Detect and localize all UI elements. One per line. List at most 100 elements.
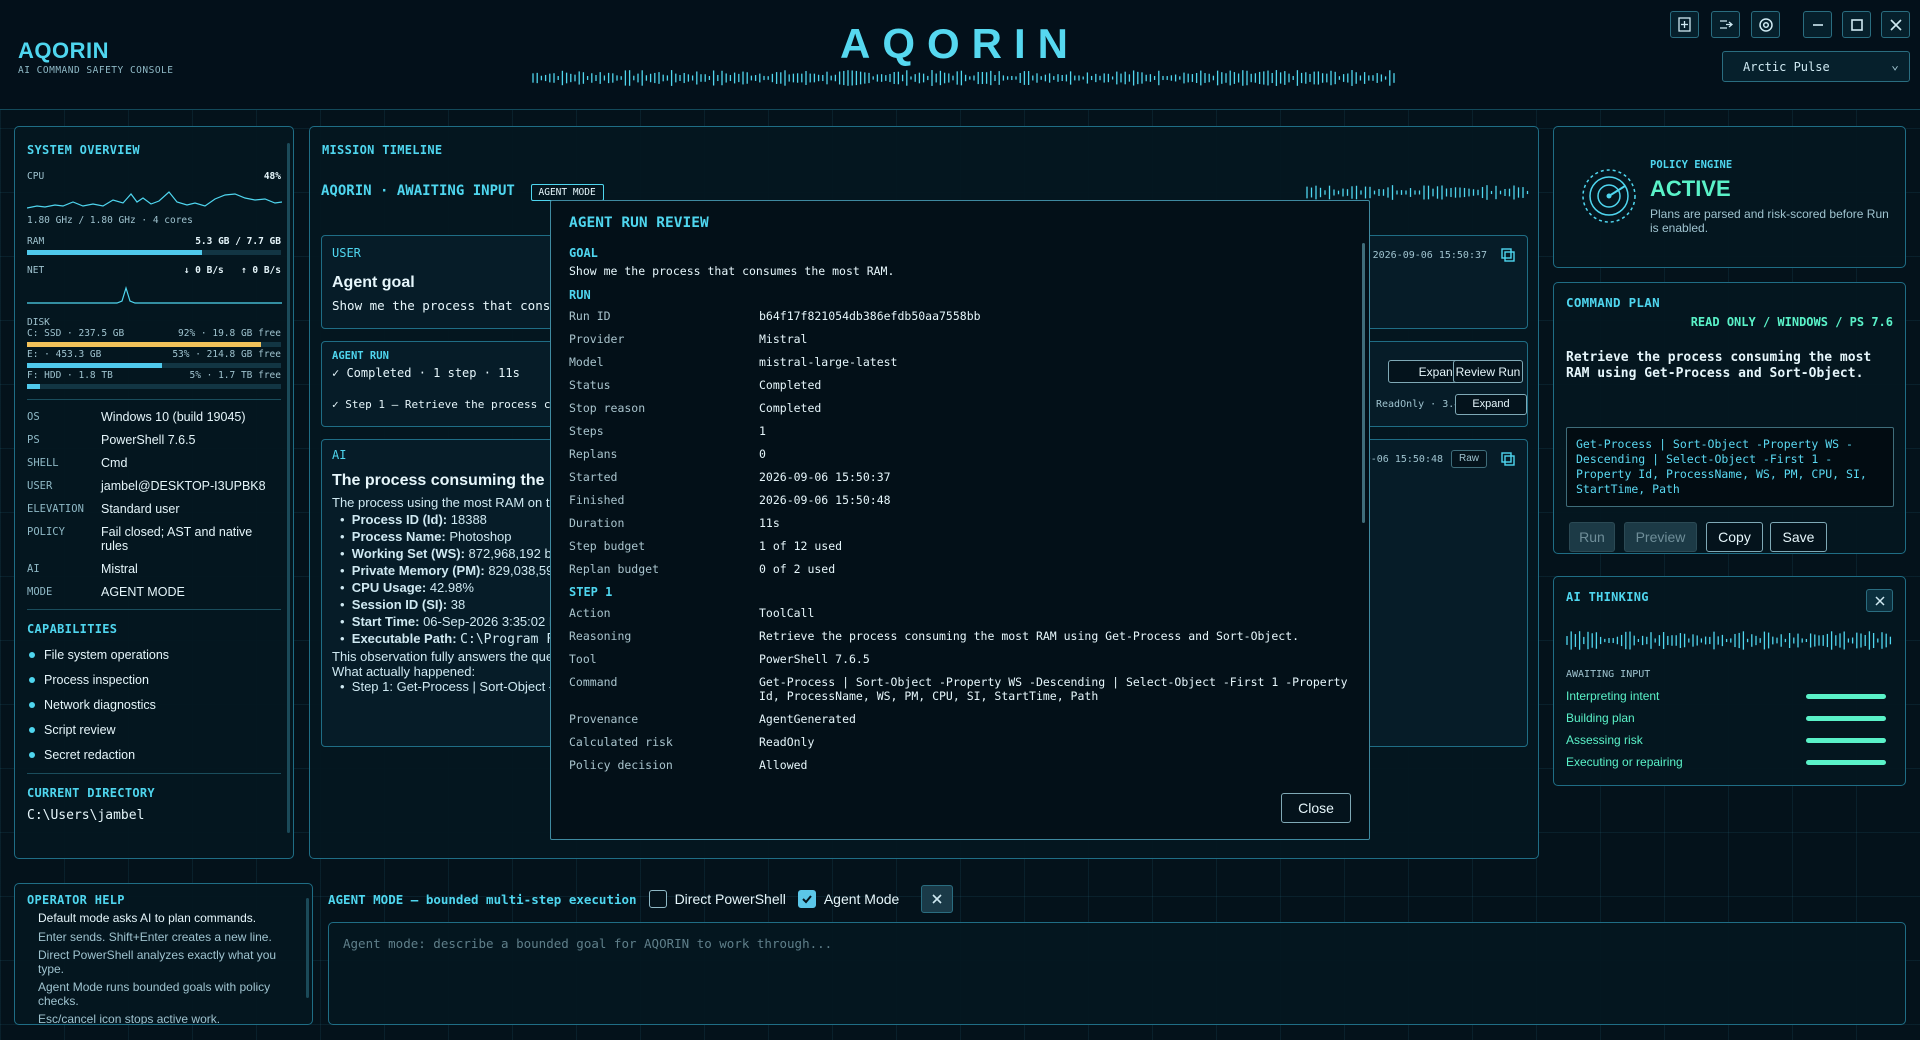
cpu-row: CPU 48% bbox=[27, 171, 281, 182]
detail-value: Get-Process | Sort-Object -Property WS -… bbox=[759, 675, 1348, 703]
raw-button[interactable]: Raw bbox=[1451, 450, 1487, 468]
maximize-icon[interactable] bbox=[1842, 11, 1871, 38]
left-scrollbar[interactable] bbox=[287, 143, 290, 833]
save-button[interactable]: Save bbox=[1770, 522, 1827, 552]
detail-row: Reasoning Retrieve the process consuming … bbox=[569, 629, 1349, 643]
detail-value: mistral-large-latest bbox=[759, 355, 898, 369]
detail-row: Policy decision Allowed bbox=[569, 758, 1349, 772]
disk-name: C: SSD · 237.5 GB bbox=[27, 328, 125, 339]
cpu-detail: 1.80 GHz / 1.80 GHz · 4 cores bbox=[27, 215, 281, 226]
step-meta: ReadOnly · 3.4s bbox=[1376, 399, 1467, 410]
prompt-mode-label: AGENT MODE — bounded multi-step executio… bbox=[328, 891, 637, 907]
current-directory-title: CURRENT DIRECTORY bbox=[27, 786, 155, 800]
detail-key: Finished bbox=[569, 493, 625, 507]
mode-badge: AGENT MODE bbox=[530, 184, 604, 201]
item-key: Process Name: bbox=[351, 529, 446, 544]
item-key: Private Memory (PM): bbox=[351, 563, 485, 578]
agent-run-review-dialog: AGENT RUN REVIEW GOAL Show me the proces… bbox=[550, 200, 1370, 840]
minimize-icon[interactable] bbox=[1803, 11, 1832, 38]
policy-engine-label: POLICY ENGINE bbox=[1650, 159, 1733, 171]
modal-scrollbar[interactable] bbox=[1362, 243, 1365, 523]
disk-free: 5% · 1.7 TB free bbox=[189, 370, 281, 381]
app-header: AQORIN AI COMMAND SAFETY CONSOLE AQORIN … bbox=[0, 0, 1920, 110]
help-line: Enter sends. Shift+Enter creates a new l… bbox=[38, 930, 272, 944]
preview-button[interactable]: Preview bbox=[1624, 522, 1697, 552]
cancel-icon[interactable] bbox=[921, 885, 954, 913]
policy-engine-description: Plans are parsed and risk-scored before … bbox=[1650, 207, 1889, 235]
cpu-label: CPU bbox=[27, 171, 45, 182]
copy-button[interactable]: Copy bbox=[1706, 522, 1763, 552]
detail-key: Command bbox=[569, 675, 618, 689]
ram-bar-fill bbox=[27, 250, 203, 255]
operator-help-panel: OPERATOR HELP Default mode asks AI to pl… bbox=[14, 883, 313, 1025]
modal-body: GOAL Show me the process that consumes t… bbox=[569, 246, 1349, 772]
disk-item: F: HDD · 1.8 TB 5% · 1.7 TB free bbox=[27, 370, 281, 389]
direct-powershell-checkbox[interactable] bbox=[648, 890, 667, 908]
list-item: Network diagnostics bbox=[27, 698, 281, 712]
review-run-button[interactable]: Review Run bbox=[1453, 360, 1523, 383]
command-code-block[interactable]: Get-Process | Sort-Object -Property WS -… bbox=[1566, 427, 1894, 507]
run-button[interactable]: Run bbox=[1569, 522, 1615, 552]
stage-label: Building plan bbox=[1566, 711, 1635, 725]
expand-step-button[interactable]: Expand bbox=[1455, 394, 1527, 415]
detail-row: Run ID b64f17f821054db386efdb50aa7558bb bbox=[569, 309, 1349, 323]
step-details: Action ToolCall Reasoning Retrieve the pro… bbox=[569, 606, 1349, 772]
item-key: Working Set (WS): bbox=[351, 546, 465, 561]
history-icon[interactable] bbox=[1670, 11, 1699, 38]
detail-key: Steps bbox=[569, 424, 604, 438]
detail-row: Model mistral-large-latest bbox=[569, 355, 1349, 369]
item-key: Session ID (SI): bbox=[351, 597, 448, 612]
theme-select[interactable]: Arctic Pulse ⌄ bbox=[1722, 51, 1910, 82]
run-section-title: RUN bbox=[569, 288, 591, 302]
detail-row: Step budget 1 of 12 used bbox=[569, 539, 1349, 553]
header-waveform bbox=[532, 70, 1395, 86]
agent-mode-checkbox[interactable] bbox=[797, 890, 816, 908]
prompt-input[interactable]: Agent mode: describe a bounded goal for … bbox=[328, 922, 1906, 1025]
run-details: Run ID b64f17f821054db386efdb50aa7558bb P… bbox=[569, 309, 1349, 576]
capability-label: Process inspection bbox=[44, 673, 149, 687]
direct-powershell-label[interactable]: Direct PowerShell bbox=[675, 891, 786, 907]
help-scrollbar[interactable] bbox=[306, 898, 309, 998]
net-label: NET bbox=[27, 265, 45, 276]
close-icon[interactable] bbox=[1881, 11, 1910, 38]
detail-key: Step budget bbox=[569, 539, 646, 553]
close-button[interactable]: Close bbox=[1281, 793, 1351, 823]
detail-key: Reasoning bbox=[569, 629, 632, 643]
divider bbox=[27, 609, 281, 610]
command-plan-title: COMMAND PLAN bbox=[1566, 295, 1660, 310]
detail-row: Duration 11s bbox=[569, 516, 1349, 530]
detail-row: Status Completed bbox=[569, 378, 1349, 392]
capabilities-list: File system operations Process inspectio… bbox=[27, 648, 281, 762]
detail-key: Model bbox=[569, 355, 604, 369]
list-item: Secret redaction bbox=[27, 748, 281, 762]
disk-name: E: · 453.3 GB bbox=[27, 349, 102, 360]
close-thinking-icon[interactable] bbox=[1866, 589, 1893, 612]
item-key: CPU Usage: bbox=[351, 580, 427, 595]
export-icon[interactable] bbox=[1711, 11, 1740, 38]
disk-name: F: HDD · 1.8 TB bbox=[27, 370, 113, 381]
divider bbox=[27, 773, 281, 774]
cpu-sparkline bbox=[26, 191, 283, 209]
divider bbox=[27, 399, 281, 400]
detail-value: ReadOnly bbox=[759, 735, 815, 749]
system-info-list: OS Windows 10 (build 19045) PS PowerShell … bbox=[27, 410, 281, 599]
net-row: NET ↓ 0 B/s ↑ 0 B/s bbox=[27, 265, 281, 276]
thinking-waveform bbox=[1566, 631, 1892, 650]
capability-label: File system operations bbox=[44, 648, 170, 662]
info-value-ps: PowerShell 7.6.5 bbox=[101, 433, 196, 447]
stage-progress bbox=[1806, 759, 1886, 765]
copy-icon[interactable] bbox=[1501, 248, 1515, 265]
settings-icon[interactable] bbox=[1751, 11, 1780, 38]
help-lines: Default mode asks AI to plan commands. E… bbox=[27, 911, 300, 1024]
detail-key: Stop reason bbox=[569, 401, 646, 415]
info-value-policy: Fail closed; AST and native rules bbox=[101, 525, 253, 553]
thinking-stage: Assessing risk bbox=[1566, 733, 1886, 747]
command-plan-panel: COMMAND PLAN READ ONLY / WINDOWS / PS 7.… bbox=[1553, 282, 1906, 554]
copy-icon[interactable] bbox=[1501, 452, 1515, 469]
thinking-stages: Interpreting intent Building plan Assess… bbox=[1566, 689, 1886, 769]
disk-bar-fill bbox=[27, 342, 261, 347]
disk-item: E: · 453.3 GB 53% · 214.8 GB free bbox=[27, 349, 281, 368]
detail-value: 2026-09-06 15:50:48 bbox=[759, 493, 891, 507]
stage-progress bbox=[1806, 693, 1886, 699]
agent-mode-label[interactable]: Agent Mode bbox=[824, 891, 900, 907]
